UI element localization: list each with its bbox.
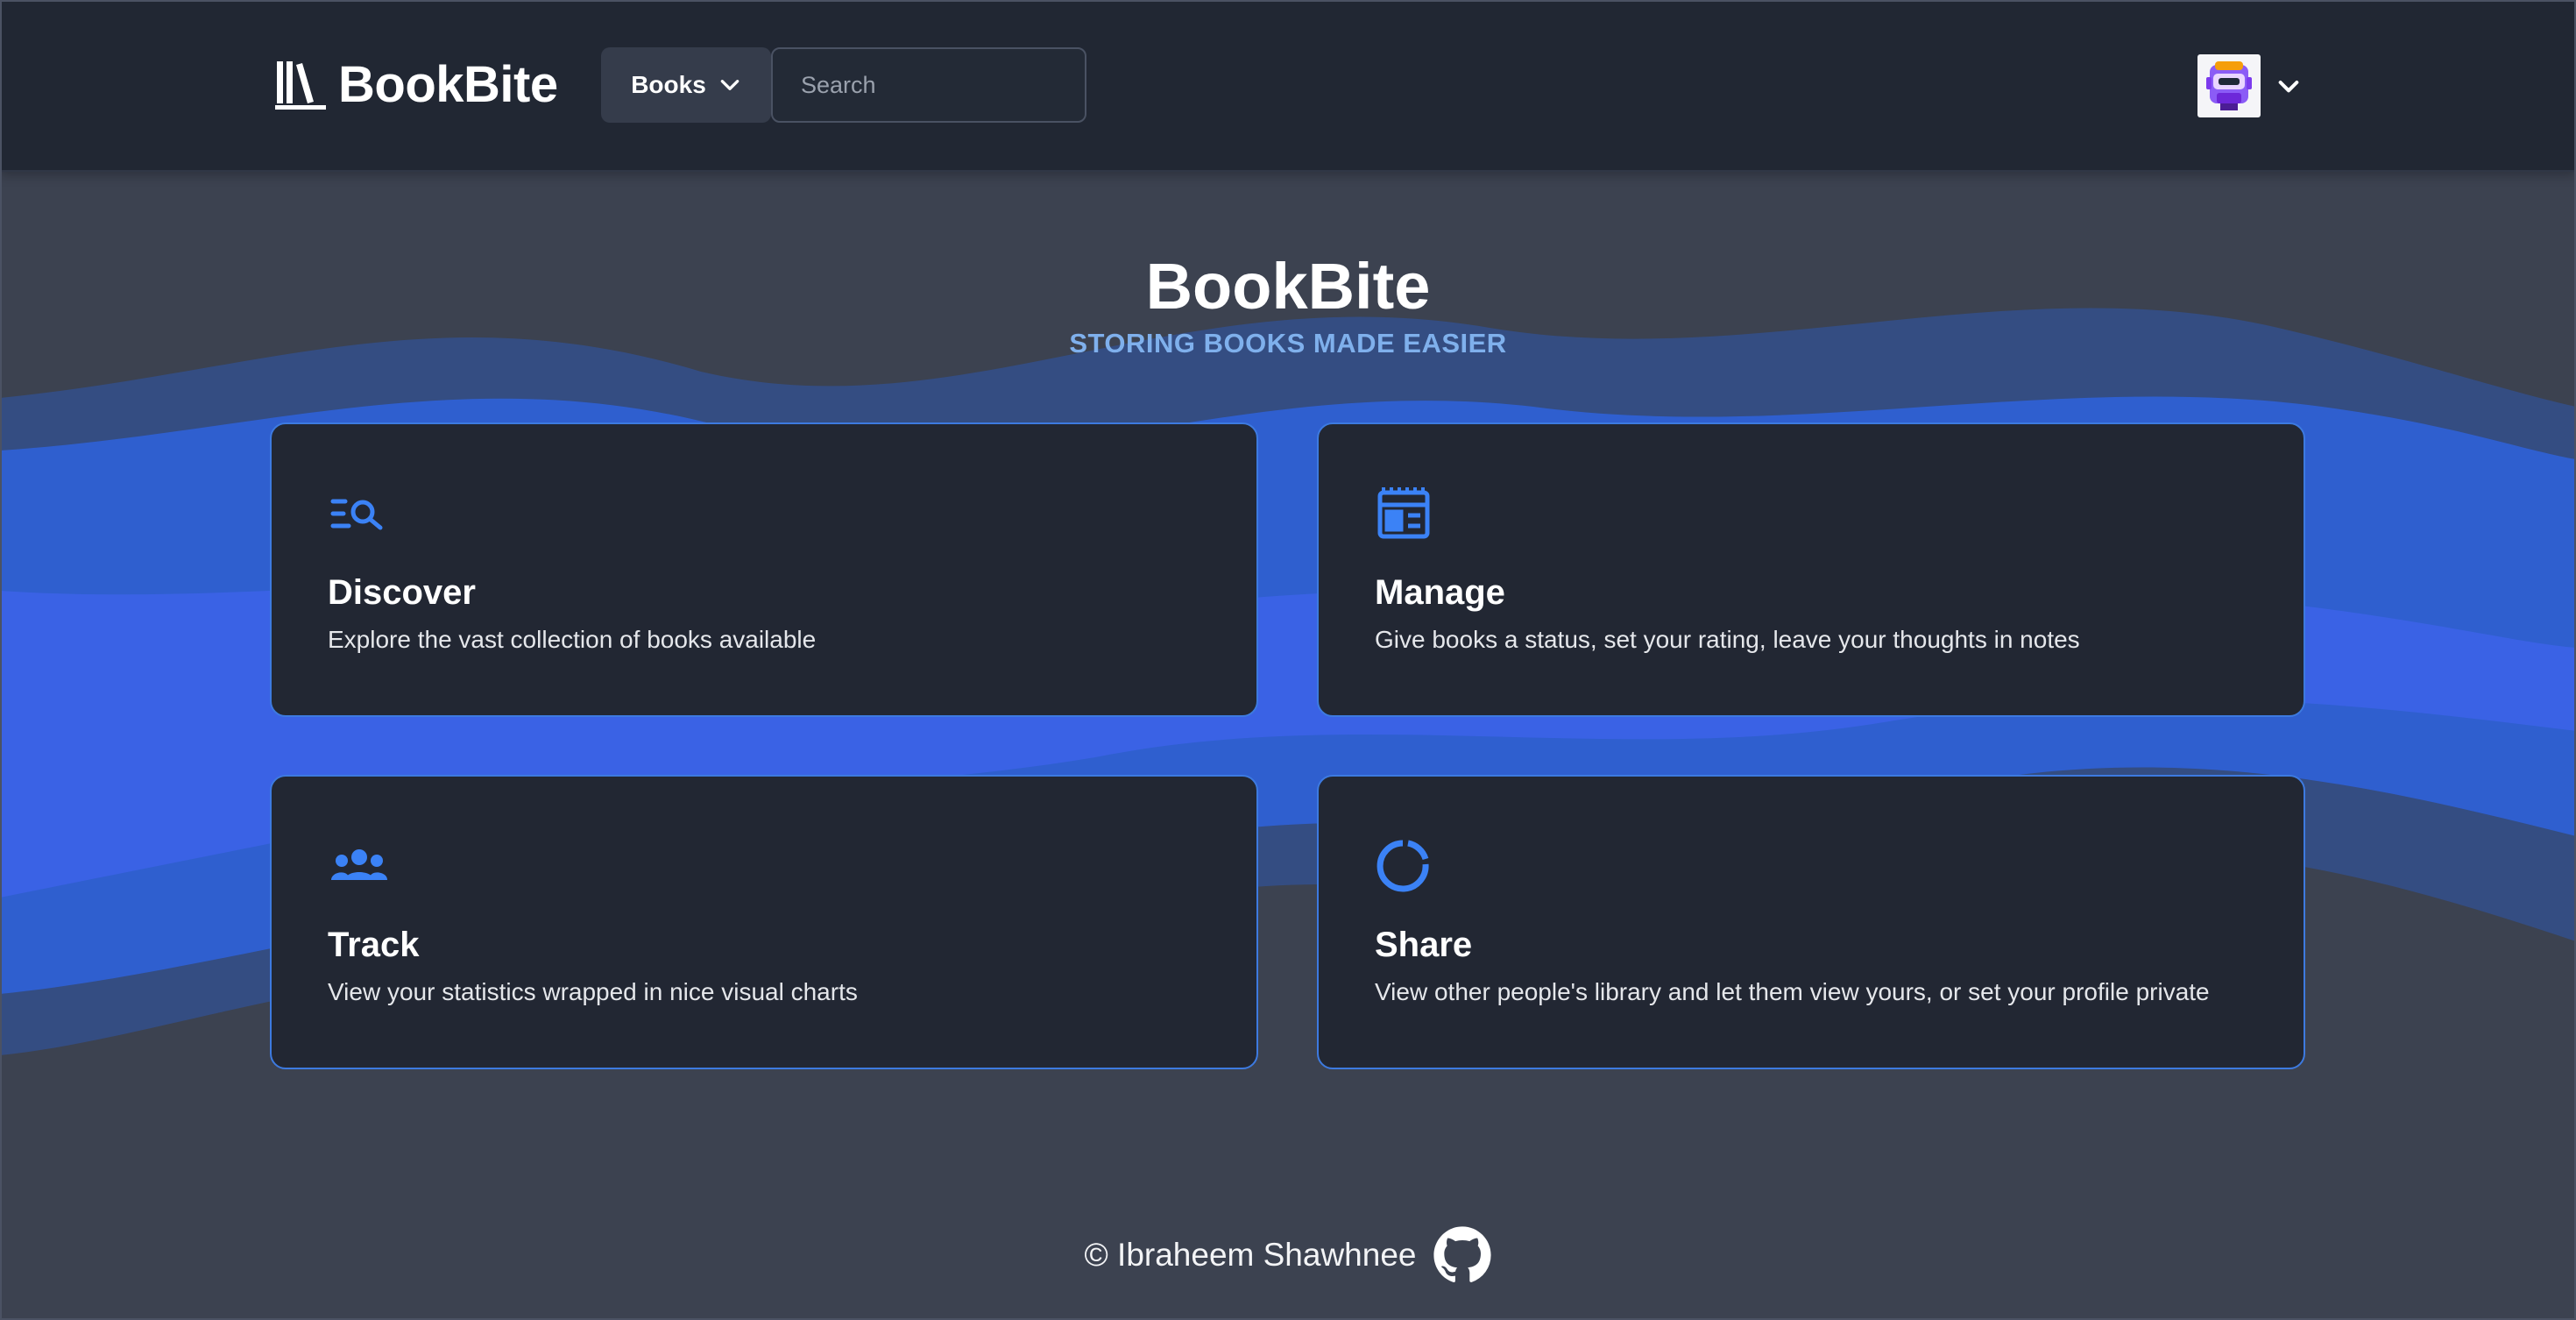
footer-credit: © Ibraheem Shawhnee xyxy=(1084,1237,1417,1273)
feature-card-share: Share View other people's library and le… xyxy=(1317,775,2305,1069)
search-input[interactable] xyxy=(771,47,1086,123)
feature-description: View your statistics wrapped in nice vis… xyxy=(328,978,858,1005)
donut-chart-icon xyxy=(1376,840,1429,892)
books-dropdown-button[interactable]: Books xyxy=(601,47,771,123)
feature-card-track: Track View your statistics wrapped in ni… xyxy=(270,775,1258,1069)
books-label: Books xyxy=(631,71,706,98)
feature-title: Share xyxy=(1375,926,1473,964)
search-list-icon xyxy=(330,499,383,530)
feature-card-manage: Manage Give books a status, set your rat… xyxy=(1317,422,2305,717)
page-title: BookBite xyxy=(1145,250,1431,323)
brand-logo[interactable]: BookBite xyxy=(273,51,558,117)
feature-card-discover: Discover Explore the vast collection of … xyxy=(270,422,1258,717)
newspaper-icon xyxy=(1377,487,1430,539)
top-navbar: BookBite Books xyxy=(0,0,2576,172)
avatar[interactable] xyxy=(2197,54,2261,117)
robot-avatar-icon xyxy=(2206,61,2252,110)
chevron-down-icon[interactable] xyxy=(2275,72,2303,100)
feature-title: Discover xyxy=(328,573,476,612)
page-subtitle: STORING BOOKS MADE EASIER xyxy=(1069,328,1507,358)
feature-description: View other people's library and let them… xyxy=(1375,978,2210,1005)
feature-description: Explore the vast collection of books ava… xyxy=(328,626,817,653)
feature-title: Manage xyxy=(1375,573,1505,612)
feature-description: Give books a status, set your rating, le… xyxy=(1375,626,2080,653)
users-icon xyxy=(331,849,387,880)
chevron-down-icon xyxy=(720,80,740,90)
footer: © Ibraheem Shawhnee xyxy=(0,1225,2576,1285)
library-icon xyxy=(275,61,326,110)
feature-title: Track xyxy=(328,926,420,964)
github-icon[interactable] xyxy=(1433,1225,1492,1285)
brand-name: BookBite xyxy=(338,55,558,113)
